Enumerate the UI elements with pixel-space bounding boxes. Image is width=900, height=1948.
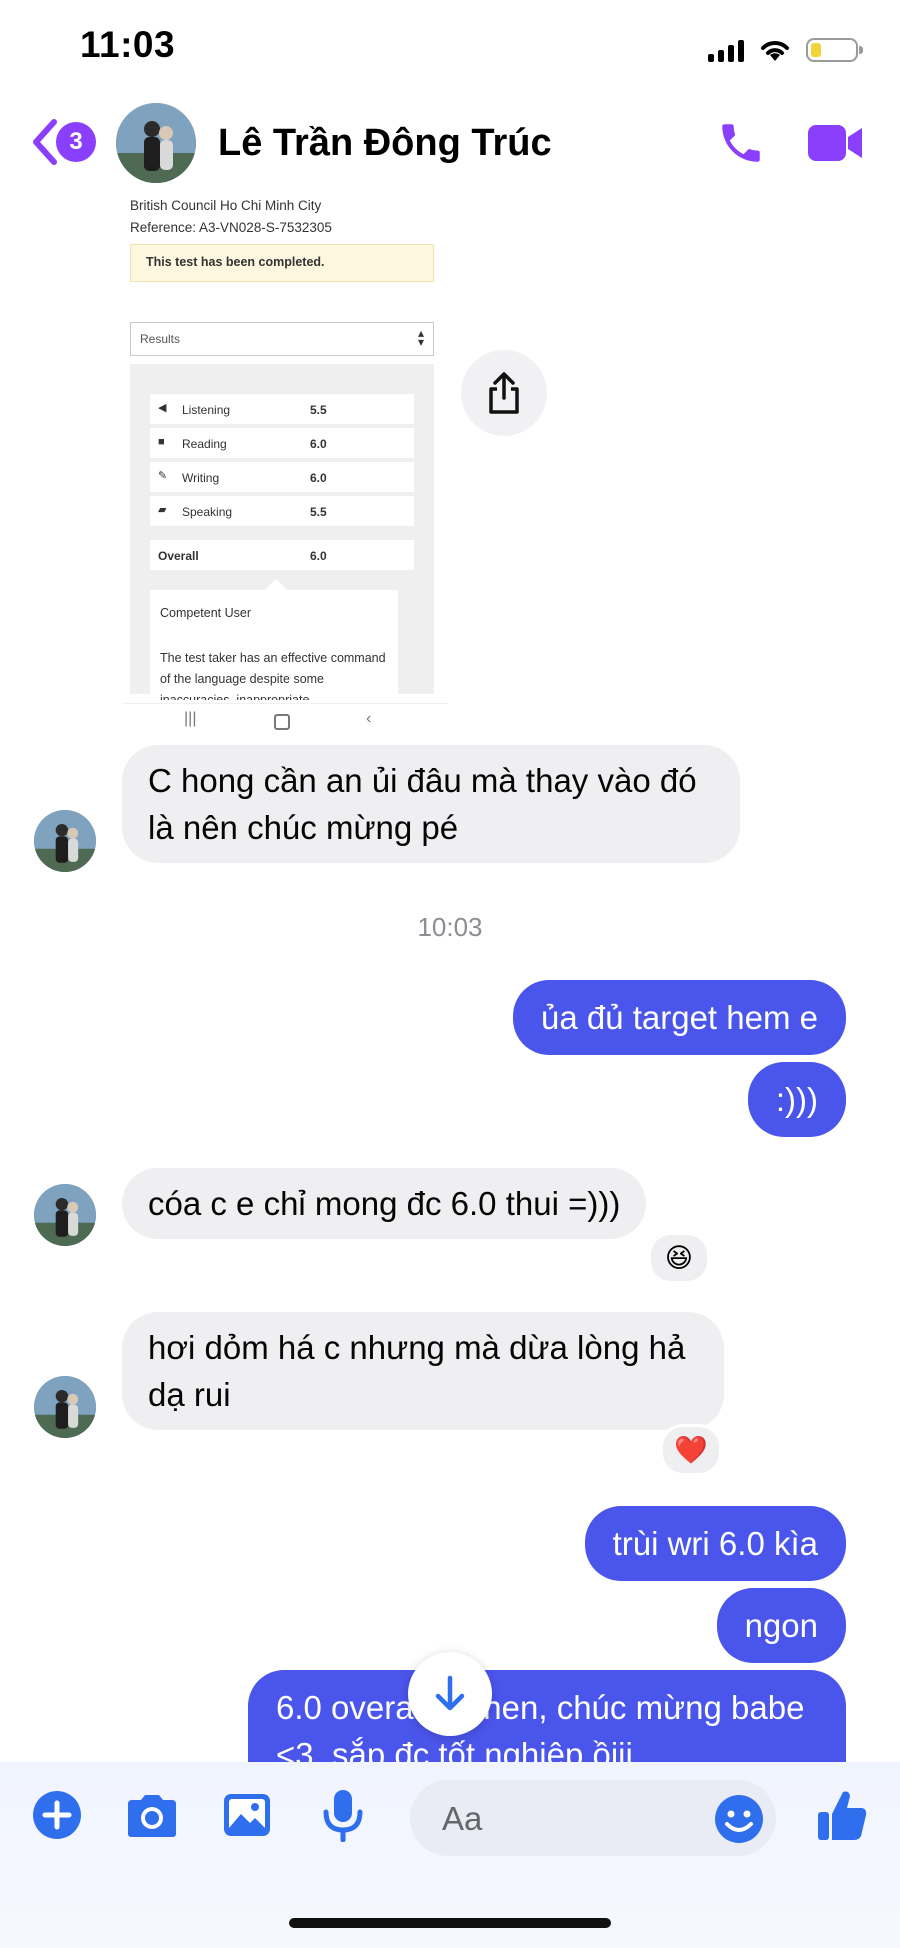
phone-icon	[722, 124, 760, 162]
score-skill: Writing	[182, 471, 220, 485]
cellular-signal-icon	[708, 38, 744, 62]
score-row: ■ Reading 6.0	[150, 428, 414, 458]
overall-value: 6.0	[310, 549, 327, 563]
reaction-heart[interactable]: ❤️	[660, 1424, 722, 1476]
image-android-navbar: ||| ‹	[122, 703, 448, 738]
sender-avatar[interactable]	[34, 1184, 96, 1246]
smiley-icon	[715, 1795, 763, 1843]
camera-button[interactable]	[124, 1794, 180, 1843]
unread-badge: 3	[56, 122, 96, 162]
outgoing-message[interactable]: :)))	[747, 1062, 846, 1137]
contact-name[interactable]: Lê Trần Đông Trúc	[218, 122, 552, 165]
sender-avatar[interactable]	[34, 810, 96, 872]
image-icon	[224, 1794, 270, 1836]
home-indicator	[289, 1918, 611, 1928]
overall-label: Overall	[158, 549, 199, 563]
overall-row: Overall 6.0	[150, 540, 414, 570]
image-institution: British Council Ho Chi Minh City	[130, 198, 322, 213]
microphone-icon	[323, 1790, 363, 1843]
book-icon: ■	[158, 436, 165, 448]
outgoing-message[interactable]: trùi wri 6.0 kìa	[584, 1506, 846, 1581]
score-skill: Listening	[182, 403, 231, 417]
incoming-message[interactable]: C hong cần an ủi đâu mà thay vào đó là n…	[122, 745, 740, 863]
score-value: 6.0	[310, 471, 327, 485]
outgoing-message[interactable]: 6.0 overall đủ hen, chúc mừng babe <3, s…	[248, 1670, 846, 1762]
plus-circle-icon	[33, 1791, 81, 1839]
reaction-laugh[interactable]: 😆	[648, 1232, 710, 1284]
sender-avatar[interactable]	[34, 1376, 96, 1438]
score-skill: Speaking	[182, 505, 233, 519]
battery-icon	[806, 38, 863, 62]
wifi-icon	[761, 41, 789, 61]
shared-image[interactable]: British Council Ho Chi Minh City Referen…	[122, 188, 448, 700]
image-level-description: Competent User The test taker has an eff…	[150, 590, 398, 700]
image-select-label: Results	[140, 332, 181, 346]
level-title: Competent User	[160, 606, 252, 620]
more-actions-button[interactable]	[32, 1790, 82, 1845]
score-row: ◀ Listening 5.5	[150, 394, 414, 424]
home-icon	[274, 714, 290, 730]
score-row: ✎ Writing 6.0	[150, 462, 414, 492]
incoming-message[interactable]: cóa c e chỉ mong đc 6.0 thui =)))	[122, 1168, 647, 1239]
score-row: ▰ Speaking 5.5	[150, 496, 414, 526]
megaphone-icon: ◀	[158, 402, 167, 414]
image-reference: Reference: A3-VN028-S-7532305	[130, 220, 332, 235]
score-value: 5.5	[310, 505, 327, 519]
pencil-icon: ✎	[158, 470, 168, 482]
video-camera-icon	[808, 125, 862, 161]
outgoing-message[interactable]: ngon	[716, 1588, 846, 1663]
camera-icon	[128, 1795, 176, 1837]
arrow-down-icon	[435, 1675, 465, 1711]
time-separator: 10:03	[417, 912, 483, 942]
scroll-to-bottom-button[interactable]	[408, 1652, 492, 1736]
contact-avatar[interactable]	[116, 103, 196, 183]
sort-arrows-icon: ▴ ▾	[417, 326, 424, 349]
score-skill: Reading	[182, 437, 227, 451]
like-button[interactable]	[816, 1788, 868, 1847]
score-value: 6.0	[310, 437, 327, 451]
share-button[interactable]	[461, 350, 547, 436]
video-call-button[interactable]	[806, 121, 864, 170]
audio-call-button[interactable]	[716, 118, 766, 173]
status-time: 11:03	[80, 24, 176, 65]
thumbs-up-icon	[818, 1791, 867, 1840]
incoming-message[interactable]: hơi dỏm há c nhưng mà dừa lòng hả dạ rui	[122, 1312, 724, 1430]
status-icons	[708, 30, 863, 70]
emoji-button[interactable]	[714, 1794, 764, 1849]
speech-bubbles-icon: ▰	[158, 504, 167, 516]
level-text: The test taker has an effective command …	[160, 651, 386, 700]
image-results-select: Results ▴ ▾	[130, 322, 434, 356]
back-icon: ‹	[366, 710, 372, 727]
voice-message-button[interactable]	[322, 1788, 364, 1847]
score-value: 5.5	[310, 403, 327, 417]
gallery-button[interactable]	[222, 1792, 272, 1843]
share-icon	[489, 372, 519, 414]
back-button[interactable]: 3	[28, 118, 96, 166]
outgoing-message[interactable]: ủa đủ target hem e	[512, 980, 846, 1055]
image-completed-notice: This test has been completed.	[130, 244, 434, 282]
recent-apps-icon: |||	[184, 710, 197, 727]
